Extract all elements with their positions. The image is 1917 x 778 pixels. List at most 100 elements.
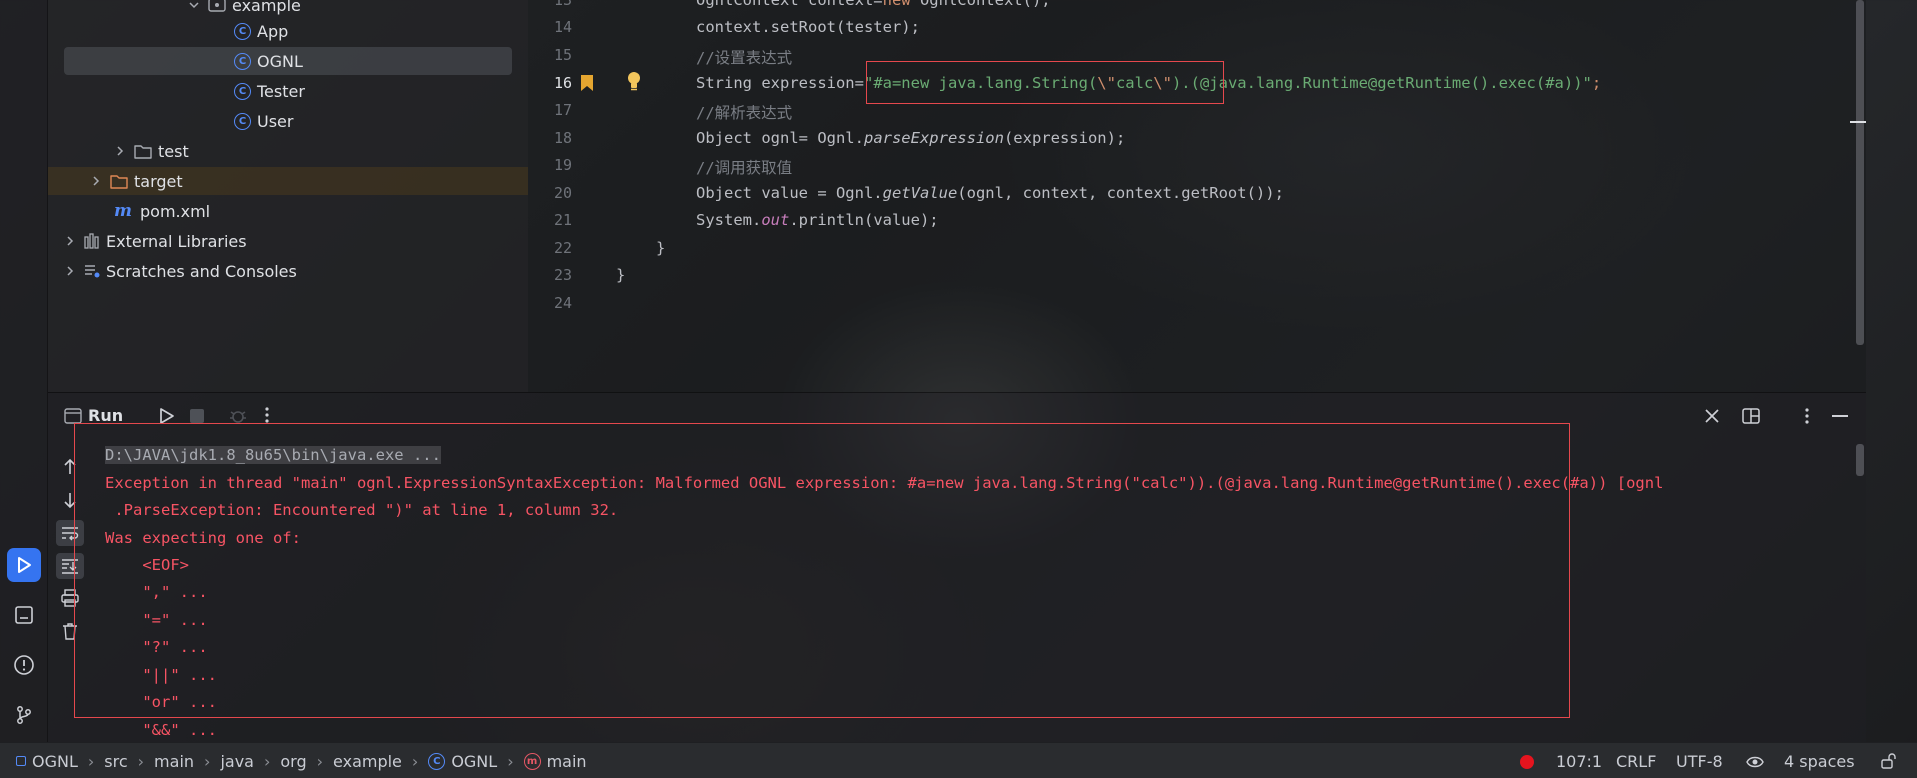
tree-item-test[interactable]: test bbox=[114, 137, 189, 165]
maven-icon: m bbox=[114, 201, 132, 221]
line-number-current: 16 bbox=[553, 74, 572, 92]
class-icon: C bbox=[234, 52, 251, 70]
tree-item-label: target bbox=[134, 171, 183, 191]
editor-scrollbar[interactable] bbox=[1856, 0, 1864, 345]
breadcrumb: OGNL › src › main › java › org › example… bbox=[16, 743, 587, 778]
stop-icon[interactable] bbox=[190, 409, 204, 423]
line-number: 17 bbox=[553, 101, 572, 119]
tree-item-user[interactable]: C User bbox=[234, 107, 293, 135]
chevron-right-icon: › bbox=[411, 751, 419, 771]
tree-item-target[interactable]: target bbox=[48, 167, 528, 195]
line-number: 18 bbox=[553, 129, 572, 147]
breadcrumb-item[interactable]: src bbox=[104, 752, 127, 771]
code-line-14: context.setRoot(tester); bbox=[696, 18, 920, 36]
method-icon: m bbox=[523, 752, 541, 770]
line-number: 22 bbox=[553, 239, 572, 257]
tree-item-label: OGNL bbox=[257, 51, 303, 71]
layout-icon[interactable] bbox=[1742, 407, 1760, 429]
line-number: 14 bbox=[553, 18, 572, 36]
class-icon: C bbox=[234, 112, 251, 130]
eye-icon[interactable] bbox=[1746, 754, 1764, 773]
file-encoding[interactable]: UTF-8 bbox=[1676, 743, 1723, 778]
close-icon[interactable] bbox=[1704, 408, 1720, 428]
code-line-23: } bbox=[616, 266, 626, 284]
library-icon bbox=[84, 233, 100, 249]
chevron-right-icon[interactable] bbox=[90, 175, 102, 187]
git-branch-icon bbox=[17, 706, 31, 724]
line-separator[interactable]: CRLF bbox=[1616, 743, 1656, 778]
tree-item-label: pom.xml bbox=[140, 201, 211, 221]
tree-item-label: User bbox=[257, 111, 294, 131]
console-scrollbar[interactable] bbox=[1856, 444, 1864, 476]
run-tool-button[interactable] bbox=[7, 548, 41, 582]
tree-item-label: App bbox=[257, 21, 289, 41]
record-indicator-icon[interactable] bbox=[1520, 755, 1534, 769]
terminal-tool-button[interactable] bbox=[7, 598, 41, 632]
code-line-13: OgnlContext context=new OgnlContext(); bbox=[696, 0, 1051, 9]
line-number: 24 bbox=[553, 294, 572, 312]
code-line-19: //调用获取值 bbox=[696, 159, 793, 177]
breadcrumb-item[interactable]: OGNL bbox=[451, 752, 497, 771]
lightbulb-icon[interactable] bbox=[626, 71, 642, 95]
code-line-22: } bbox=[656, 239, 666, 257]
breadcrumb-item[interactable]: main bbox=[154, 752, 194, 771]
bookmark-icon[interactable] bbox=[580, 74, 594, 96]
line-number: 15 bbox=[553, 46, 572, 64]
project-tree-pane: example C App C OGNL C Tester C User tes… bbox=[48, 0, 528, 392]
breadcrumb-item[interactable]: OGNL bbox=[32, 752, 78, 771]
lock-icon[interactable] bbox=[1880, 753, 1896, 773]
chevron-right-icon: › bbox=[87, 751, 95, 771]
scroll-marker bbox=[1850, 121, 1866, 123]
left-tool-strip bbox=[0, 0, 48, 742]
code-line-17: //解析表达式 bbox=[696, 104, 793, 122]
line-number: 23 bbox=[553, 266, 572, 284]
chevron-down-icon[interactable] bbox=[188, 0, 200, 11]
chevron-right-icon: › bbox=[507, 751, 514, 771]
chevron-right-icon: › bbox=[204, 751, 211, 771]
tree-item-scratches[interactable]: Scratches and Consoles bbox=[64, 257, 297, 285]
chevron-right-icon: › bbox=[263, 751, 271, 771]
breadcrumb-item[interactable]: example bbox=[333, 752, 402, 771]
breadcrumb-item[interactable]: org bbox=[280, 752, 306, 771]
code-line-15: //设置表达式 bbox=[696, 49, 793, 67]
code-line-18: Object ognl= Ognl.parseExpression(expres… bbox=[696, 129, 1126, 147]
chevron-right-icon[interactable] bbox=[64, 265, 76, 277]
line-number: 20 bbox=[553, 184, 572, 202]
class-icon: C bbox=[428, 752, 446, 770]
caret-position[interactable]: 107:1 bbox=[1556, 743, 1602, 778]
tree-item-pom[interactable]: m pom.xml bbox=[114, 197, 210, 225]
breadcrumb-item[interactable]: java bbox=[220, 752, 254, 771]
editor-gutter: 13 14 15 16 17 18 19 20 21 22 23 24 bbox=[528, 0, 640, 392]
problems-tool-button[interactable] bbox=[7, 648, 41, 682]
line-number: 13 bbox=[553, 0, 572, 9]
problems-icon bbox=[14, 655, 34, 675]
breadcrumb-item[interactable]: main bbox=[547, 752, 587, 771]
tree-item-label: example bbox=[232, 0, 301, 15]
tree-item-external-libraries[interactable]: External Libraries bbox=[64, 227, 247, 255]
options-icon[interactable] bbox=[1804, 407, 1810, 429]
run-icon bbox=[18, 557, 31, 573]
class-icon: C bbox=[234, 22, 251, 40]
line-number: 21 bbox=[553, 211, 572, 229]
folder-icon bbox=[134, 144, 152, 159]
indent-setting[interactable]: 4 spaces bbox=[1784, 743, 1855, 778]
class-icon: C bbox=[234, 82, 251, 100]
git-tool-button[interactable] bbox=[7, 698, 41, 732]
tree-item-tester[interactable]: C Tester bbox=[234, 77, 305, 105]
chevron-right-icon[interactable] bbox=[114, 145, 126, 157]
chevron-right-icon[interactable] bbox=[64, 235, 76, 247]
excluded-folder-icon bbox=[110, 174, 128, 189]
tree-item-ognl[interactable]: C OGNL bbox=[64, 47, 512, 75]
code-line-20: Object value = Ognl.getValue(ognl, conte… bbox=[696, 184, 1284, 202]
package-icon bbox=[208, 0, 226, 13]
tree-item-label: External Libraries bbox=[106, 231, 247, 251]
console-error-line: "&&" ... bbox=[105, 721, 217, 739]
minimize-icon[interactable] bbox=[1832, 415, 1848, 417]
code-line-21: System.out.println(value); bbox=[696, 211, 939, 229]
line-number: 19 bbox=[553, 156, 572, 174]
scratches-icon bbox=[84, 263, 100, 279]
code-highlight-box bbox=[866, 61, 1224, 104]
console-highlight-box bbox=[74, 423, 1570, 718]
tree-item-app[interactable]: C App bbox=[234, 17, 288, 45]
tree-item-label: Scratches and Consoles bbox=[106, 261, 297, 281]
